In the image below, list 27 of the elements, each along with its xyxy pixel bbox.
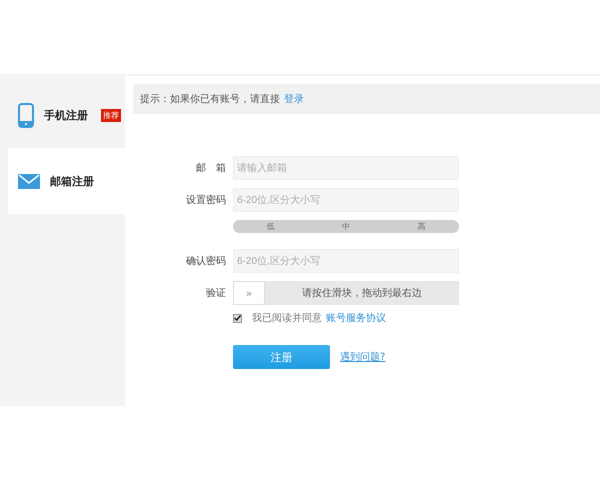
help-link[interactable]: 遇到问题? [340, 350, 386, 364]
envelope-icon [18, 174, 40, 188]
strength-level: 中 [340, 221, 351, 233]
agree-checkbox[interactable] [233, 314, 242, 322]
input-field[interactable]: 6-20位,区分大小写 [233, 249, 459, 273]
tab-label: 邮箱注册 [50, 174, 94, 188]
field-label: 邮 箱 [195, 162, 227, 175]
hint-text: 提示：如果你已有账号，请直接 [140, 92, 280, 106]
input-field[interactable]: 6-20位,区分大小写 [233, 188, 459, 212]
register-button[interactable]: 注册 [233, 345, 330, 369]
recommend-badge: 推荐 [101, 108, 121, 122]
tab-label: 手机注册 [44, 108, 88, 122]
agreement-link[interactable]: 账号服务协议 [326, 311, 386, 325]
strength-level: 低 [266, 221, 276, 233]
slider-handle[interactable]: » [233, 281, 265, 305]
sidebar-tab[interactable]: 手机注册 推荐 [8, 82, 125, 148]
agree-text: 我已阅读并同意 [252, 312, 322, 325]
sidebar-tab[interactable]: 邮箱注册 [8, 148, 125, 214]
slider-text: 请按住滑块，拖动到最右边 [301, 286, 423, 300]
input-field[interactable]: 请输入邮箱 [233, 156, 459, 180]
phone-icon [18, 102, 34, 128]
verify-slider[interactable]: » 请按住滑块，拖动到最右边 [233, 281, 459, 305]
login-link[interactable]: 登录 [284, 92, 304, 106]
field-label: 设置密码 [185, 194, 227, 207]
field-label: 验证 [205, 287, 227, 300]
field-label: 确认密码 [185, 254, 227, 268]
strength-level: 高 [416, 221, 426, 233]
